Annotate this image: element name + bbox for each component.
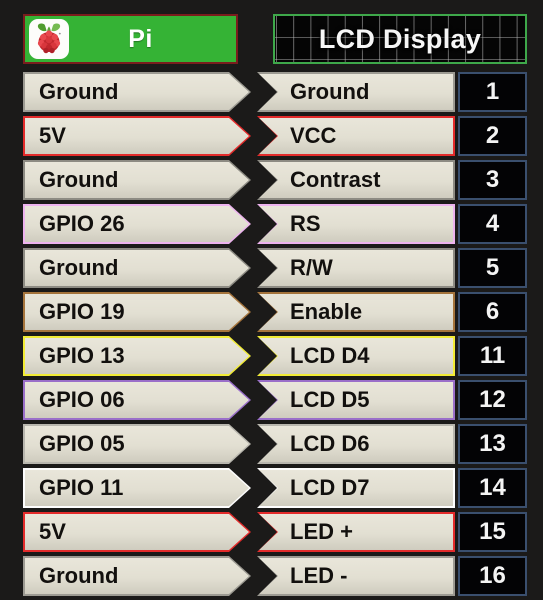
pin-mapping-row: GPIO 13 LCD D4 11: [0, 336, 543, 376]
pi-pin-band: Ground: [23, 248, 251, 288]
pi-pin-label: GPIO 26: [39, 211, 125, 236]
lcd-pin-label: Ground: [290, 79, 370, 104]
pin-mapping-row: 5V VCC 2: [0, 116, 543, 156]
pi-pin-label: GPIO 19: [39, 299, 125, 324]
pi-pin-band: 5V: [23, 512, 251, 552]
pin-mapping-row: GPIO 26 RS 4: [0, 204, 543, 244]
lcd-pin-number: 12: [458, 380, 527, 420]
lcd-pin-label: LCD D6: [290, 431, 370, 456]
lcd-pin-band: LCD D5: [257, 380, 455, 420]
pin-mapping-row: GPIO 19 Enable 6: [0, 292, 543, 332]
pin-mapping-row: Ground R/W 5: [0, 248, 543, 288]
pi-pin-band: GPIO 19: [23, 292, 251, 332]
pi-header: Pi: [23, 14, 238, 64]
pi-pin-label: Ground: [39, 167, 119, 192]
pi-pin-label: Ground: [39, 79, 119, 104]
lcd-pin-band: LCD D4: [257, 336, 455, 376]
lcd-pin-number: 3: [458, 160, 527, 200]
pi-pin-label: GPIO 05: [39, 431, 125, 456]
pi-pin-band: GPIO 11: [23, 468, 251, 508]
pi-pin-label: 5V: [39, 123, 66, 148]
lcd-pin-band: LCD D7: [257, 468, 455, 508]
pi-pin-label: GPIO 06: [39, 387, 125, 412]
lcd-pin-number: 4: [458, 204, 527, 244]
pi-pin-label: Ground: [39, 255, 119, 280]
pi-pin-label: GPIO 11: [39, 475, 124, 500]
pi-pin-label: GPIO 13: [39, 343, 125, 368]
header-row: Pi LCD Display: [0, 14, 543, 66]
pi-pin-band: GPIO 13: [23, 336, 251, 376]
pin-mapping-row: Ground Contrast 3: [0, 160, 543, 200]
pi-pin-band: Ground: [23, 72, 251, 112]
raspberry-pi-logo-icon: [29, 19, 69, 59]
pin-mapping-row: Ground LED - 16: [0, 556, 543, 596]
pi-pin-band: GPIO 05: [23, 424, 251, 464]
pi-pin-band: GPIO 26: [23, 204, 251, 244]
lcd-pin-number: 16: [458, 556, 527, 596]
pin-mapping-row: GPIO 11 LCD D7 14: [0, 468, 543, 508]
lcd-pin-number: 5: [458, 248, 527, 288]
lcd-pin-band: Ground: [257, 72, 455, 112]
lcd-pin-number: 14: [458, 468, 527, 508]
lcd-pin-number: 1: [458, 72, 527, 112]
lcd-pin-label: RS: [290, 211, 321, 236]
lcd-pin-number: 15: [458, 512, 527, 552]
lcd-pin-label: LCD D7: [290, 475, 370, 500]
pin-mapping-row: 5V LED + 15: [0, 512, 543, 552]
lcd-pin-label: VCC: [290, 123, 337, 148]
pin-mapping-rows: Ground Ground 1 5V VCC 2 Ground Contrast 3 GPIO 2…: [0, 72, 543, 600]
wiring-diagram-page: Pi LCD Display Ground Ground 1 5V VCC 2 Ground…: [0, 0, 543, 600]
lcd-pin-band: RS: [257, 204, 455, 244]
lcd-pin-label: LCD D4: [290, 343, 370, 368]
lcd-pin-band: LCD D6: [257, 424, 455, 464]
lcd-header: LCD Display: [273, 14, 527, 64]
pin-mapping-row: GPIO 05 LCD D6 13: [0, 424, 543, 464]
lcd-pin-label: LED +: [290, 519, 353, 544]
lcd-pin-label: Contrast: [290, 167, 381, 192]
lcd-pin-band: R/W: [257, 248, 455, 288]
lcd-pin-label: Enable: [290, 299, 363, 324]
lcd-pin-label: R/W: [290, 255, 333, 280]
lcd-pin-band: Enable: [257, 292, 455, 332]
pi-pin-band: GPIO 06: [23, 380, 251, 420]
pi-header-label: Pi: [128, 24, 153, 53]
pi-pin-band: Ground: [23, 160, 251, 200]
lcd-pin-number: 13: [458, 424, 527, 464]
pi-pin-band: 5V: [23, 116, 251, 156]
lcd-pin-band: Contrast: [257, 160, 455, 200]
pin-mapping-row: GPIO 06 LCD D5 12: [0, 380, 543, 420]
lcd-pin-number: 6: [458, 292, 527, 332]
lcd-pin-label: LED -: [290, 563, 348, 588]
lcd-pin-number: 2: [458, 116, 527, 156]
lcd-pin-band: LED -: [257, 556, 455, 596]
pi-pin-label: 5V: [39, 519, 66, 544]
pi-pin-band: Ground: [23, 556, 251, 596]
lcd-pin-band: VCC: [257, 116, 455, 156]
pi-pin-label: Ground: [39, 563, 119, 588]
lcd-pin-label: LCD D5: [290, 387, 370, 412]
pin-mapping-row: Ground Ground 1: [0, 72, 543, 112]
lcd-header-label: LCD Display: [318, 23, 482, 54]
lcd-pin-number: 11: [458, 336, 527, 376]
lcd-pin-band: LED +: [257, 512, 455, 552]
